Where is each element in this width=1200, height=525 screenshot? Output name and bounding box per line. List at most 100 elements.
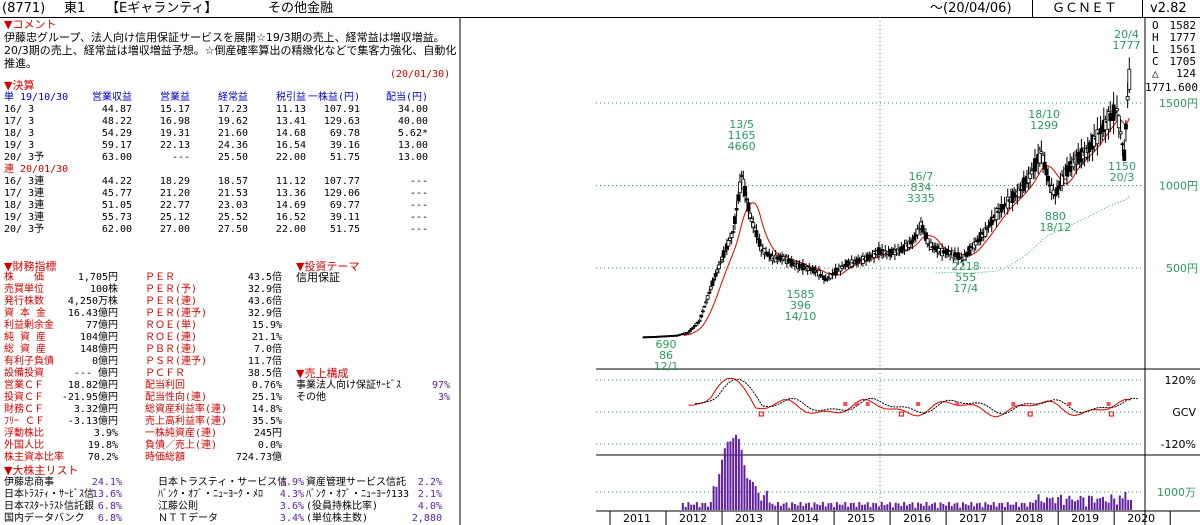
table-cell: 62.00 bbox=[101, 224, 132, 235]
candle-body bbox=[870, 254, 875, 257]
volume-bar bbox=[869, 507, 872, 510]
shareholder-name: ＮＴＴデータ bbox=[158, 513, 218, 524]
candle-body bbox=[1025, 176, 1029, 184]
last-price: 1771.600 bbox=[1145, 81, 1198, 94]
volume-bar bbox=[908, 504, 911, 510]
volume-bar bbox=[777, 502, 780, 510]
chart-annotation: 880 bbox=[1045, 210, 1066, 223]
volume-bar bbox=[973, 506, 976, 510]
table-cell: 18.29 bbox=[159, 176, 190, 187]
candle-body bbox=[751, 222, 756, 228]
volume-bar bbox=[903, 502, 906, 510]
volume-bar bbox=[732, 438, 735, 510]
date: 〜(20/04/06) bbox=[930, 1, 1012, 16]
table-cell: 18/ 3 bbox=[4, 128, 35, 139]
indicator-value: 38.5倍 bbox=[247, 368, 282, 379]
volume-bar bbox=[953, 503, 956, 510]
volume-bar bbox=[1015, 502, 1018, 510]
table-cell: 21.20 bbox=[159, 188, 190, 199]
volume-bar bbox=[681, 502, 684, 510]
candle-body bbox=[762, 248, 767, 255]
volume-bar bbox=[967, 505, 970, 510]
candle-body bbox=[844, 260, 849, 268]
candle-body bbox=[1053, 194, 1058, 197]
indicator-value: -21.95億円 bbox=[61, 392, 118, 403]
candle-body bbox=[807, 267, 812, 271]
indicator-label: 外国人比 bbox=[4, 440, 44, 451]
candle-body bbox=[684, 332, 689, 335]
candle-body bbox=[1113, 111, 1118, 113]
candle-body bbox=[1116, 115, 1121, 129]
volume-bar bbox=[886, 504, 889, 510]
candle-body bbox=[1118, 131, 1123, 135]
chart-annotation: 20/4 bbox=[1114, 28, 1139, 41]
volume-bar bbox=[858, 502, 861, 510]
osc-marker bbox=[843, 402, 848, 406]
candle-body bbox=[867, 255, 872, 259]
candle-body bbox=[799, 265, 804, 268]
candle-body bbox=[757, 239, 762, 247]
shareholder-pct: 13.6% bbox=[91, 489, 122, 500]
candle bbox=[660, 335, 663, 338]
chart-annotation: 690 bbox=[656, 338, 677, 351]
candle-body bbox=[739, 175, 744, 177]
candle-body bbox=[993, 214, 997, 218]
volume-bar bbox=[919, 503, 922, 510]
volume-bar bbox=[816, 504, 819, 510]
composition-item: その他 bbox=[296, 392, 326, 403]
indicator-label: ＰＳＲ(連予) bbox=[145, 356, 208, 367]
candle-body bbox=[710, 280, 715, 287]
shareholder-pct: 6.8% bbox=[97, 513, 122, 524]
table-cell: 22.00 bbox=[275, 152, 306, 163]
table-cell: 69.78 bbox=[329, 128, 360, 139]
volume-bar bbox=[765, 490, 768, 510]
candle-body bbox=[1034, 161, 1039, 164]
candle bbox=[657, 335, 660, 338]
volume-bar bbox=[1107, 502, 1110, 510]
volume-bar bbox=[1003, 506, 1006, 510]
candle-body bbox=[1056, 185, 1061, 190]
indicator-label: 売上高利益率(連) bbox=[145, 416, 228, 427]
table-cell: --- bbox=[409, 176, 428, 187]
candle-body bbox=[1013, 192, 1018, 197]
table-cell: 18.57 bbox=[217, 176, 248, 187]
volume-bar bbox=[992, 502, 995, 510]
indicator-label: 時価総額 bbox=[145, 452, 185, 463]
volume-bar bbox=[737, 438, 740, 510]
candle-body bbox=[1041, 155, 1045, 165]
table-cell: 27.00 bbox=[159, 224, 190, 235]
volume-bar bbox=[774, 505, 777, 510]
table-cell: 13.00 bbox=[397, 140, 428, 151]
candle bbox=[663, 335, 666, 338]
candle-body bbox=[1106, 111, 1111, 130]
market: 東1 bbox=[64, 1, 86, 16]
volume-bar bbox=[841, 504, 844, 510]
candle-body bbox=[1092, 135, 1097, 147]
candle-body bbox=[938, 250, 943, 253]
volume-bar bbox=[807, 502, 810, 510]
indicator-label: 一株純資産(連) bbox=[145, 428, 218, 439]
candle-body bbox=[1085, 147, 1090, 153]
indicator-label: 配当性向(連) bbox=[145, 392, 208, 403]
candle-body bbox=[959, 257, 964, 260]
indicator-value: 18.82億円 bbox=[67, 380, 118, 391]
candle-body bbox=[840, 265, 844, 269]
candle-body bbox=[691, 326, 696, 329]
indicator-value: --- 億円 bbox=[73, 368, 118, 379]
candle-body bbox=[883, 250, 888, 256]
indicator-label: 設備投資 bbox=[4, 368, 44, 379]
table-cell: 129.06 bbox=[323, 188, 360, 199]
price-axis-label: 1500円 bbox=[1159, 97, 1198, 110]
candle-body bbox=[997, 208, 1002, 213]
indicator-value: 35.5% bbox=[251, 416, 282, 427]
candle-body bbox=[1108, 113, 1113, 122]
industry: その他金融 bbox=[268, 1, 334, 16]
volume-bar bbox=[970, 502, 973, 510]
volume-bar bbox=[827, 503, 830, 510]
indicator-value: 43.6倍 bbox=[247, 296, 282, 307]
candle-body bbox=[1066, 168, 1071, 171]
osc-axis-label: 120% bbox=[1165, 374, 1196, 387]
volume-bar bbox=[849, 503, 852, 510]
volume-bar bbox=[866, 502, 869, 510]
candle-body bbox=[994, 208, 999, 221]
